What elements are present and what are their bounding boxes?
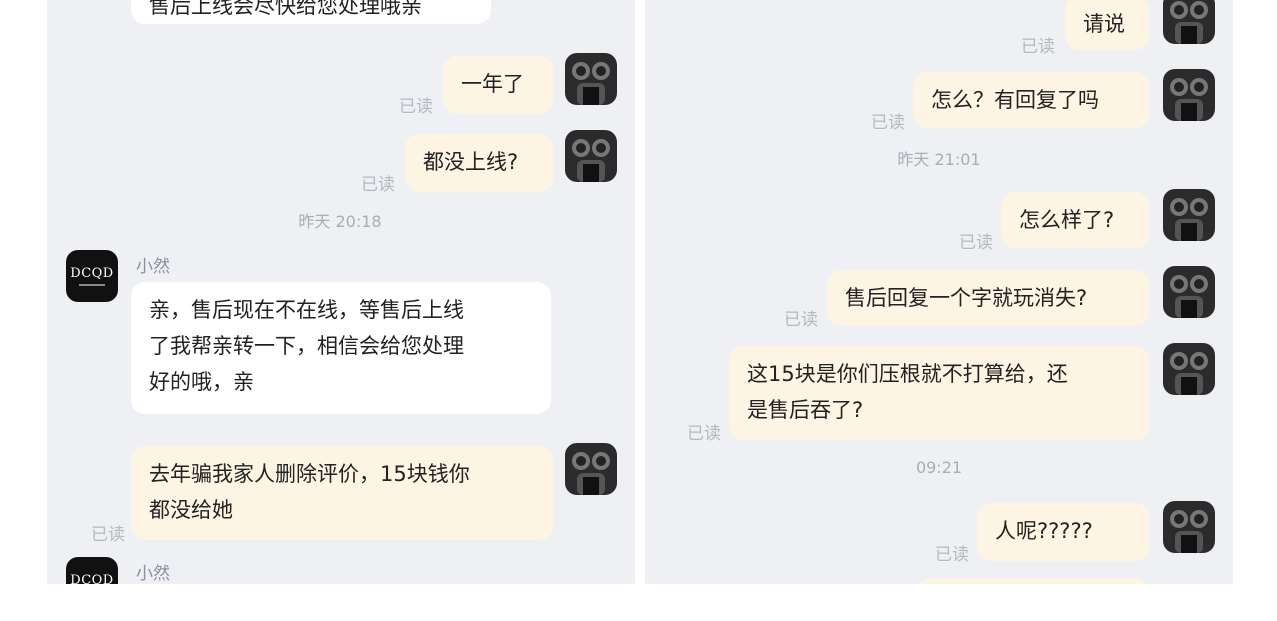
read-status: 已读 (399, 97, 433, 117)
read-status: 已读 (1021, 37, 1055, 57)
message-bubble-outgoing[interactable]: 怎么样了? (1001, 192, 1149, 248)
message-bubble-outgoing[interactable]: 售后回复一个字就玩消失? (827, 270, 1149, 326)
shop-logo-icon[interactable]: DCQD (66, 250, 118, 302)
read-status: 已读 (871, 113, 905, 133)
read-status: 已读 (959, 233, 993, 253)
chat-panel-left[interactable]: 售后上线会尽快给您处理哦亲 已读 一年了 已读 都没上线? 昨天 20:18 D… (47, 0, 635, 584)
message-bubble-outgoing[interactable]: 都没上线? (405, 134, 553, 192)
user-avatar-icon[interactable] (565, 443, 617, 495)
read-status: 已读 (91, 525, 125, 545)
message-bubble-outgoing[interactable]: 人呢????? (977, 503, 1149, 561)
sender-name: 小然 (136, 257, 170, 277)
user-avatar-icon[interactable] (1163, 69, 1215, 121)
user-avatar-icon[interactable] (1163, 343, 1215, 395)
timestamp: 09:21 (915, 458, 963, 477)
message-bubble-outgoing-cutoff[interactable] (917, 578, 1149, 584)
message-bubble-outgoing[interactable]: 去年骗我家人删除评价，15块钱你 都没给她 (131, 446, 553, 540)
shop-logo-text: DCQD (70, 572, 114, 584)
user-avatar-icon[interactable] (1163, 501, 1215, 553)
read-status: 已读 (361, 175, 395, 195)
message-bubble-outgoing[interactable]: 怎么？有回复了吗 (913, 72, 1149, 128)
user-avatar-icon[interactable] (565, 53, 617, 105)
read-status: 已读 (687, 424, 721, 444)
user-avatar-icon[interactable] (1163, 0, 1215, 44)
user-avatar-icon[interactable] (1163, 189, 1215, 241)
read-status: 已读 (784, 310, 818, 330)
message-bubble-incoming[interactable]: 售后上线会尽快给您处理哦亲 (131, 0, 491, 24)
message-bubble-outgoing[interactable]: 一年了 (443, 56, 553, 114)
timestamp: 昨天 20:18 (298, 212, 382, 231)
message-bubble-incoming[interactable]: 亲，售后现在不在线，等售后上线 了我帮亲转一下，相信会给您处理 好的哦，亲 (131, 282, 551, 414)
message-bubble-outgoing[interactable]: 请说 (1065, 0, 1149, 50)
logo-divider (79, 283, 105, 286)
user-avatar-icon[interactable] (565, 130, 617, 182)
shop-logo-text: DCQD (70, 265, 114, 281)
shop-logo-icon[interactable]: DCQD (66, 557, 118, 584)
sender-name: 小然 (136, 564, 170, 584)
message-bubble-outgoing[interactable]: 这15块是你们压根就不打算给，还 是售后吞了? (729, 346, 1149, 440)
user-avatar-icon[interactable] (1163, 266, 1215, 318)
read-status: 已读 (935, 545, 969, 565)
chat-panel-right[interactable]: 已读 请说 已读 怎么？有回复了吗 昨天 21:01 已读 怎么样了? 已读 售… (645, 0, 1233, 584)
timestamp: 昨天 21:01 (897, 150, 981, 169)
